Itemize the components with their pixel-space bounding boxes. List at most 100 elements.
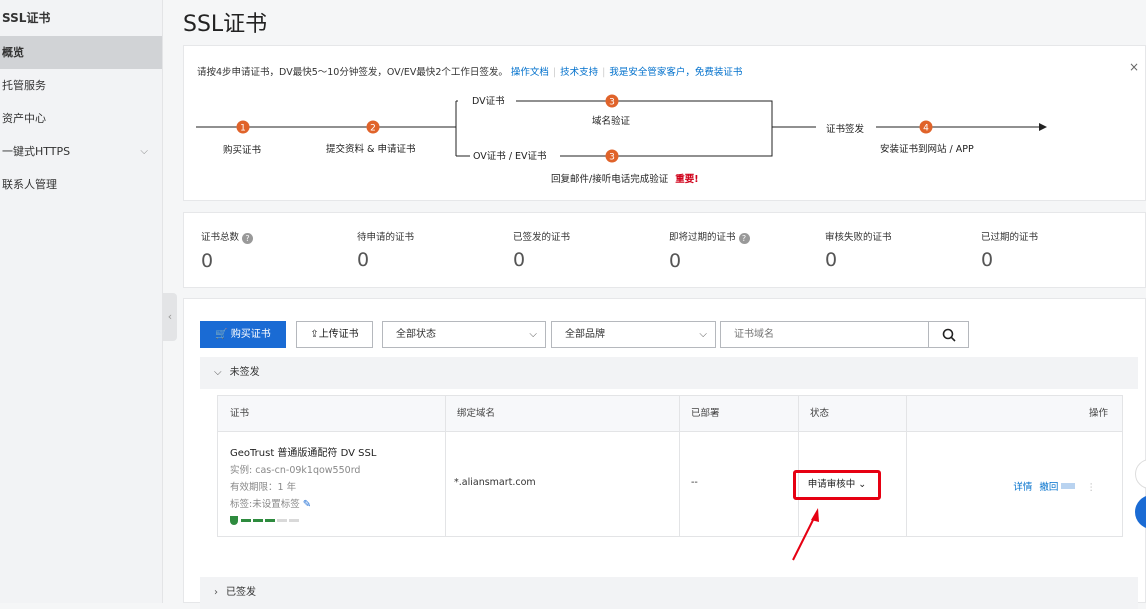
- progress-segment: [253, 519, 263, 522]
- certificate-table: 证书 绑定域名 已部署 状态 操作 GeoTrust 普通版通配符 DV SSL…: [217, 395, 1123, 537]
- stat-issued: 已签发的证书 0: [513, 229, 570, 271]
- redacted-mark: [1061, 483, 1076, 489]
- step-3-ov-number: 3: [609, 153, 615, 163]
- buy-button-label: 购买证书: [230, 329, 271, 340]
- stat-label: 证书总数: [201, 232, 240, 243]
- tag-label: 标签:未设置标签: [230, 499, 300, 510]
- stat-label: 审核失败的证书: [825, 232, 892, 243]
- column-header: 绑定域名: [445, 396, 679, 432]
- stat-value: 0: [201, 250, 214, 272]
- progress-bar: [241, 519, 301, 522]
- sidebar-item-https[interactable]: 一键式HTTPS ⌵: [0, 135, 162, 168]
- chevron-down-icon: ⌄: [858, 479, 867, 490]
- sidebar-item-contacts[interactable]: 联系人管理: [0, 168, 162, 201]
- cert-cell: GeoTrust 普通版通配符 DV SSL 实例: cas-cn-09k1qo…: [230, 444, 376, 525]
- progress-segment: [265, 519, 275, 522]
- group-signed-header[interactable]: › 已签发: [200, 577, 1138, 609]
- cert-instance: 实例: cas-cn-09k1qow550rd: [230, 465, 361, 476]
- stats-panel: 证书总数? 0 待申请的证书 0 已签发的证书 0 即将过期的证书? 0 审核失…: [183, 212, 1146, 288]
- guide-panel: 1 2 3 3 4 请按4步申请证书，DV最快5～10分钟签发，OV/EV最快2…: [183, 45, 1146, 201]
- brand-select-value: 全部品牌: [565, 329, 605, 340]
- page-title: SSL证书: [183, 12, 268, 37]
- stat-pending: 待申请的证书 0: [357, 229, 414, 271]
- sidebar-item-overview[interactable]: 概览: [0, 36, 162, 69]
- step-2-label: 提交资料 & 申请证书: [326, 144, 416, 155]
- sidebar-collapse-button[interactable]: ‹: [163, 293, 177, 341]
- group-unsigned-header[interactable]: ⌵ 未签发: [200, 357, 1138, 389]
- stat-value: 0: [669, 250, 682, 272]
- domain-search-input[interactable]: [720, 321, 928, 348]
- column-header: 操作: [906, 396, 1122, 432]
- stat-value: 0: [825, 249, 838, 271]
- cert-progress: [230, 516, 376, 525]
- stat-value: 0: [513, 249, 526, 271]
- help-icon[interactable]: ?: [738, 233, 750, 244]
- column-header: 状态: [798, 396, 906, 432]
- support-link[interactable]: 技术支持: [560, 67, 598, 78]
- sidebar-title: SSL证书: [2, 11, 51, 25]
- chevron-down-icon: ⌵: [140, 146, 148, 157]
- progress-segment: [241, 519, 251, 522]
- group-label: 已签发: [226, 587, 256, 598]
- chevron-right-icon: ›: [214, 587, 218, 598]
- stat-expiring: 即将过期的证书? 0: [669, 229, 750, 272]
- upload-icon: ⇪: [310, 329, 319, 340]
- help-icon[interactable]: ?: [242, 233, 254, 244]
- sidebar-item-assets[interactable]: 资产中心: [0, 102, 162, 135]
- revoke-link[interactable]: 撤回: [1039, 482, 1058, 493]
- step-4-label: 安装证书到网站 / APP: [880, 144, 974, 155]
- guide-notice-text: 请按4步申请证书，DV最快5～10分钟签发，OV/EV最快2个工作日签发。: [197, 67, 508, 78]
- close-icon[interactable]: ×: [1129, 60, 1139, 74]
- stat-label: 已过期的证书: [981, 232, 1039, 243]
- dv-branch-label: DV证书: [472, 96, 505, 107]
- status-select[interactable]: 全部状态 ⌵: [382, 321, 546, 348]
- free-install-link[interactable]: 我是安全管家客户，免费装证书: [609, 67, 742, 78]
- status-select-value: 全部状态: [396, 329, 436, 340]
- sidebar-item-hosting[interactable]: 托管服务: [0, 69, 162, 102]
- domain-cell: *.aliansmart.com: [454, 477, 536, 488]
- upload-button-label: 上传证书: [318, 329, 359, 340]
- chevron-down-icon: ⌵: [214, 367, 222, 378]
- guide-notice: 请按4步申请证书，DV最快5～10分钟签发，OV/EV最快2个工作日签发。 操作…: [197, 67, 743, 78]
- stat-label: 待申请的证书: [357, 232, 415, 243]
- upload-certificate-button[interactable]: ⇪上传证书: [296, 321, 373, 348]
- stat-value: 0: [981, 249, 994, 271]
- more-icon[interactable]: ⋮: [1087, 482, 1097, 493]
- status-label: 申请审核中: [807, 479, 856, 490]
- status-dropdown[interactable]: 申请审核中 ⌄: [793, 470, 881, 500]
- issue-branch-label: 证书签发: [826, 124, 865, 135]
- edit-icon[interactable]: ✎: [303, 499, 311, 510]
- certificate-list-panel: 🛒 购买证书 ⇪上传证书 全部状态 ⌵ 全部品牌 ⌵ 证书域名 ⌵ 未签发 证书…: [183, 298, 1146, 609]
- brand-select[interactable]: 全部品牌 ⌵: [551, 321, 716, 348]
- detail-link[interactable]: 详情: [1013, 482, 1032, 493]
- cart-icon: 🛒: [215, 329, 228, 340]
- stat-value: 0: [357, 249, 370, 271]
- progress-segment: [289, 519, 299, 522]
- step-3-ov-label: 回复邮件/接听电话完成验证 重要!: [551, 171, 699, 185]
- search-button[interactable]: [928, 321, 969, 348]
- stat-label: 已签发的证书: [513, 232, 571, 243]
- chevron-down-icon: ⌵: [529, 329, 537, 340]
- important-badge: 重要!: [675, 174, 699, 185]
- column-header: 证书: [218, 396, 445, 432]
- search-icon: [942, 328, 956, 342]
- step-2-number: 2: [370, 124, 376, 134]
- operations-cell: 详情 撤回 ⋮: [1013, 479, 1096, 493]
- main-content: SSL证书 1 2 3 3 4 请按4步申请证书，DV最快5～10分钟签发，OV…: [183, 0, 1146, 609]
- chevron-left-icon: ‹: [167, 310, 173, 323]
- ov-branch-label: OV证书 / EV证书: [473, 151, 547, 162]
- stat-failed: 审核失败的证书 0: [825, 229, 892, 271]
- docs-link[interactable]: 操作文档: [511, 67, 549, 78]
- stat-total: 证书总数? 0: [201, 229, 254, 272]
- buy-certificate-button[interactable]: 🛒 购买证书: [200, 321, 286, 348]
- progress-segment: [277, 519, 287, 522]
- chevron-down-icon: ⌵: [699, 329, 707, 340]
- step-1-label: 购买证书: [223, 145, 262, 156]
- sidebar: SSL证书 概览 托管服务 资产中心 一键式HTTPS ⌵ 联系人管理: [0, 0, 163, 603]
- step-3-dv-label: 域名验证: [592, 116, 631, 127]
- stat-label: 即将过期的证书: [669, 232, 736, 243]
- deployed-cell: --: [691, 477, 698, 488]
- step-3-dv-number: 3: [609, 98, 615, 108]
- stat-expired: 已过期的证书 0: [981, 229, 1038, 271]
- step-1-number: 1: [240, 124, 246, 134]
